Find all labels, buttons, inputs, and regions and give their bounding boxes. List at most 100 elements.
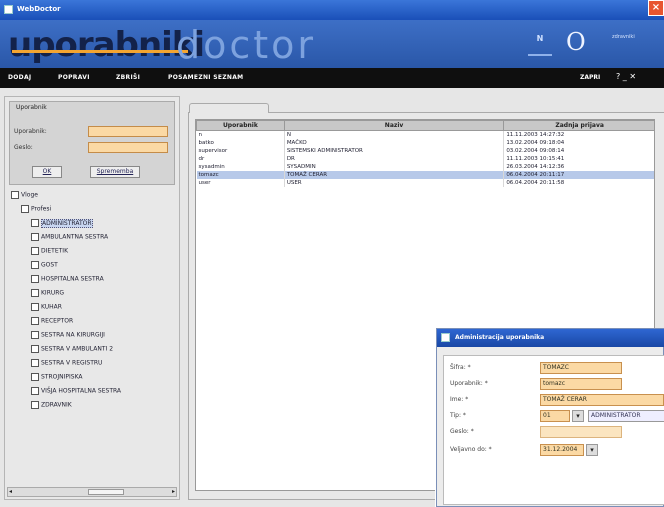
- tree-horizontal-scrollbar[interactable]: ◂ ▸: [7, 487, 177, 497]
- cell-last-login: 26.03.2004 14:12:36: [503, 162, 654, 171]
- tree-item[interactable]: SESTRA NA KIRURGIJI: [31, 331, 105, 339]
- tree-item-label: DIETETIK: [41, 247, 69, 255]
- code-input[interactable]: TOMAZC: [540, 362, 622, 374]
- tree-item[interactable]: STROJNIPISKA: [31, 373, 83, 381]
- table-row[interactable]: user USER 06.04.2004 20:11:58: [196, 178, 654, 187]
- table-row[interactable]: dr DR 11.11.2003 10:15:41: [196, 154, 654, 163]
- menu-item-edit[interactable]: POPRAVI: [58, 74, 90, 81]
- tree-root[interactable]: Vloge: [11, 191, 38, 199]
- column-header-last-login[interactable]: Zadnja prijava: [503, 120, 654, 131]
- cell-last-login: 11.11.2003 14:27:32: [503, 130, 654, 139]
- tree-item[interactable]: KUHAR: [31, 303, 62, 311]
- username-field[interactable]: tomazc: [540, 378, 622, 390]
- table-row[interactable]: supervisor SISTEMSKI ADMINISTRATOR 03.02.2…: [196, 146, 654, 155]
- cell-user: n: [196, 130, 285, 139]
- menu-item-exit[interactable]: ZAPRI: [580, 74, 600, 81]
- tree-item-label: SESTRA V REGISTRU: [41, 359, 103, 367]
- tree-item[interactable]: ADMINISTRATOR: [31, 218, 93, 228]
- tree-item-label: KIRURG: [41, 289, 65, 297]
- table-row[interactable]: n N 11.11.2003 14:27:32: [196, 130, 654, 139]
- calendar-dropdown-icon[interactable]: ▾: [586, 444, 598, 456]
- table-header-row: Uporabnik Naziv Zadnja prijava: [196, 120, 654, 131]
- password-field[interactable]: [540, 426, 622, 438]
- scrollbar-thumb[interactable]: [88, 489, 124, 495]
- fullname-field[interactable]: TOMAŽ CERAR: [540, 394, 664, 406]
- tree-group[interactable]: Profesi: [21, 205, 51, 213]
- checkbox-icon[interactable]: [31, 289, 39, 297]
- menu-item-list[interactable]: POSAMEZNI SEZNAM: [168, 74, 243, 81]
- cell-last-login: 06.04.2004 20:11:17: [503, 170, 654, 179]
- valid-until-field[interactable]: 31.12.2004: [540, 444, 584, 456]
- cell-last-login: 11.11.2003 10:15:41: [503, 154, 654, 163]
- tree-item[interactable]: GOST: [31, 261, 58, 269]
- tree-item-label: VIŠJA HOSPITALNA SESTRA: [41, 387, 122, 395]
- tree-item[interactable]: ZDRAVNIK: [31, 401, 72, 409]
- tree-item-label: GOST: [41, 261, 58, 269]
- valid-until-label: Veljavno do: *: [450, 446, 492, 453]
- checkbox-icon[interactable]: [31, 359, 39, 367]
- cell-title: SISTEMSKI ADMINISTRATOR: [284, 146, 505, 155]
- app-icon: [4, 5, 13, 14]
- tree-item[interactable]: SESTRA V AMBULANTI 2: [31, 345, 113, 353]
- login-ok-button[interactable]: OK: [32, 166, 62, 178]
- checkbox-icon[interactable]: [31, 345, 39, 353]
- checkbox-icon[interactable]: [31, 233, 39, 241]
- menu-bar: DODAJ POPRAVI ZBRIŠI POSAMEZNI SEZNAM ZA…: [0, 68, 664, 88]
- checkbox-icon[interactable]: [31, 247, 39, 255]
- type-lookup-link[interactable]: ADMINISTRATOR: [588, 410, 664, 422]
- window-controls-icon[interactable]: ? _ ✕: [616, 72, 636, 81]
- tree-item[interactable]: HOSPITALNA SESTRA: [31, 275, 104, 283]
- tree-item[interactable]: VIŠJA HOSPITALNA SESTRA: [31, 387, 121, 395]
- checkbox-icon[interactable]: [31, 373, 39, 381]
- type-select[interactable]: 01: [540, 410, 570, 422]
- cell-title: TOMAŽ CERAR: [284, 170, 505, 179]
- menu-item-delete[interactable]: ZBRIŠI: [116, 74, 140, 81]
- checkbox-icon[interactable]: [31, 261, 39, 269]
- tree-item-label: SESTRA V AMBULANTI 2: [41, 345, 114, 353]
- tree-item-label: ZDRAVNIK: [41, 401, 72, 409]
- tree-item[interactable]: RECEPTOR: [31, 317, 73, 325]
- menu-item-add[interactable]: DODAJ: [8, 74, 31, 81]
- tree-item-label: ADMINISTRATOR: [41, 218, 93, 228]
- checkbox-icon[interactable]: [31, 219, 39, 227]
- users-table: Uporabnik Naziv Zadnja prijava n N 11.11.2…: [196, 120, 654, 187]
- checkbox-icon[interactable]: [31, 387, 39, 395]
- tree-item[interactable]: SESTRA V REGISTRU: [31, 359, 102, 367]
- tree-item[interactable]: DIETETIK: [31, 247, 68, 255]
- scroll-right-icon[interactable]: ▸: [172, 488, 175, 495]
- checkbox-icon[interactable]: [31, 275, 39, 283]
- brand-o-logo: O: [566, 28, 586, 56]
- change-password-button[interactable]: Sprememba: [90, 166, 140, 178]
- logo-doctor: doctor: [176, 23, 317, 67]
- roles-tree: Vloge Profesi ADMINISTRATOR AMBULANTNA S…: [9, 191, 177, 481]
- logo-stripe: [12, 50, 188, 53]
- login-box: Uporabnik Uporabnik: Geslo: OK Sprememba: [9, 101, 175, 185]
- tree-item[interactable]: AMBULANTNA SESTRA: [31, 233, 108, 241]
- username-input[interactable]: [88, 126, 168, 137]
- dialog-title: Administracija uporabnika: [455, 334, 545, 341]
- password-input[interactable]: [88, 142, 168, 153]
- tree-item[interactable]: KIRURG: [31, 289, 64, 297]
- table-row[interactable]: sysadmin SYSADMIN 26.03.2004 14:12:36: [196, 162, 654, 171]
- table-row-selected[interactable]: tomazc TOMAŽ CERAR 06.04.2004 20:11:17: [196, 170, 654, 179]
- user-admin-dialog: Administracija uporabnika Šifra: * TOMAZ…: [436, 328, 664, 507]
- chevron-down-icon[interactable]: ▾: [572, 410, 584, 422]
- scroll-left-icon[interactable]: ◂: [9, 488, 12, 495]
- tree-root-label: Vloge: [21, 191, 38, 199]
- username-field-label: Uporabnik: *: [450, 380, 488, 387]
- close-window-button[interactable]: ×: [648, 0, 664, 16]
- cell-last-login: 03.02.2004 09:08:14: [503, 146, 654, 155]
- table-row[interactable]: batko MAČKO 13.02.2004 09:18:04: [196, 138, 654, 147]
- dialog-title-bar[interactable]: Administracija uporabnika: [437, 329, 664, 347]
- checkbox-icon[interactable]: [31, 303, 39, 311]
- checkbox-icon[interactable]: [31, 317, 39, 325]
- checkbox-icon[interactable]: [11, 191, 19, 199]
- checkbox-icon[interactable]: [31, 401, 39, 409]
- fullname-label: Ime: *: [450, 396, 469, 403]
- main-tab[interactable]: [189, 103, 269, 113]
- checkbox-icon[interactable]: [21, 205, 29, 213]
- cell-user: supervisor: [196, 146, 285, 155]
- column-header-user[interactable]: Uporabnik: [196, 120, 285, 131]
- checkbox-icon[interactable]: [31, 331, 39, 339]
- column-header-title[interactable]: Naziv: [283, 120, 505, 131]
